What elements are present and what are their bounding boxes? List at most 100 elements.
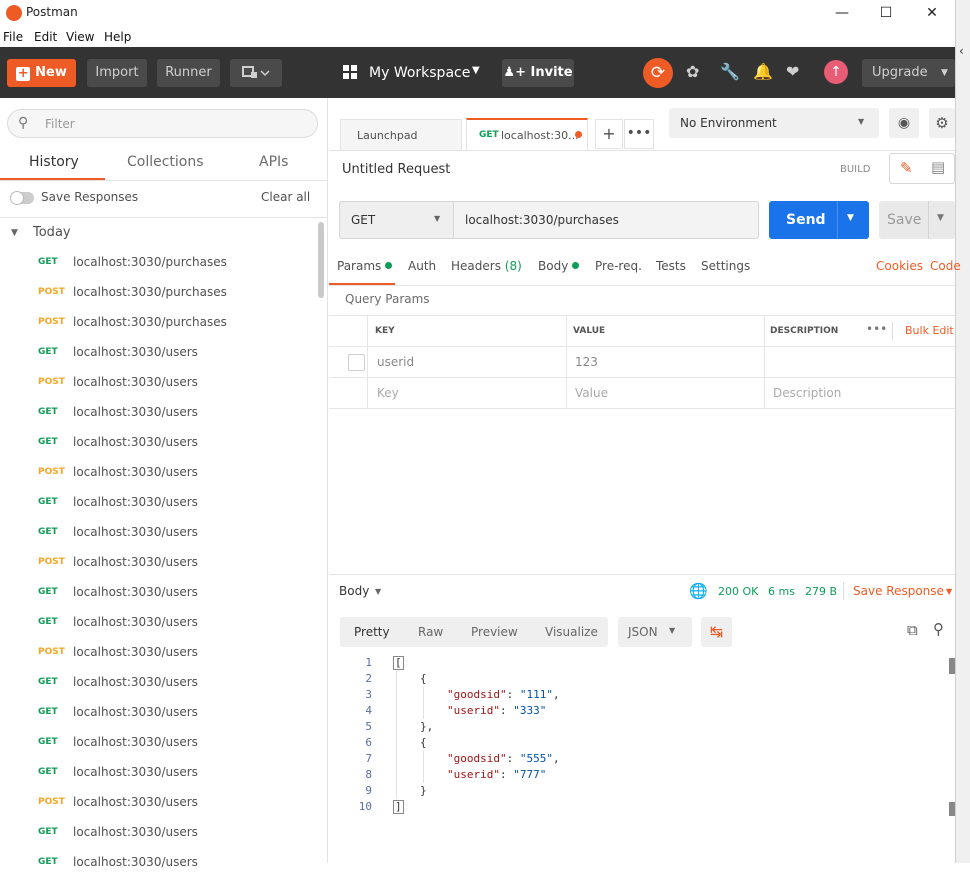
view-preview[interactable]: Preview <box>471 625 518 639</box>
method-select[interactable]: GET ▼ <box>339 201 454 239</box>
url-input[interactable]: localhost:3030/purchases <box>454 201 759 239</box>
history-item[interactable]: GET localhost:3030/users <box>0 818 318 848</box>
bulk-edit-link[interactable]: Bulk Edit <box>905 324 954 337</box>
copy-icon[interactable]: ⧉ <box>907 621 918 639</box>
history-item[interactable]: GET localhost:3030/users <box>0 338 318 368</box>
clear-all-button[interactable]: Clear all <box>261 190 310 204</box>
send-button[interactable]: Send ▼ <box>769 201 869 239</box>
chevron-down-icon[interactable]: ▼ <box>847 213 854 223</box>
tab-settings[interactable]: Settings <box>701 259 750 273</box>
wrench-icon[interactable]: 🔧 <box>720 62 740 81</box>
history-item[interactable]: GET localhost:3030/users <box>0 698 318 728</box>
minimize-button[interactable]: — <box>822 2 862 24</box>
runner-button[interactable]: Runner <box>157 59 220 87</box>
code-scrollbar-thumb[interactable] <box>949 658 955 674</box>
avatar[interactable]: ↑ <box>824 60 848 84</box>
satellite-icon[interactable]: ✿ <box>686 62 699 81</box>
new-param-value-field[interactable]: Value <box>575 386 608 400</box>
history-item[interactable]: GET localhost:3030/users <box>0 608 318 638</box>
more-options-icon[interactable]: ••• <box>866 322 887 336</box>
history-item[interactable]: GET localhost:3030/users <box>0 848 318 878</box>
menu-edit[interactable]: Edit <box>34 30 57 44</box>
history-item[interactable]: POST localhost:3030/users <box>0 788 318 818</box>
code-scrollbar-thumb[interactable] <box>949 802 955 816</box>
tab-launchpad[interactable]: Launchpad <box>340 119 462 150</box>
search-icon[interactable]: ⚲ <box>933 620 944 638</box>
history-item[interactable]: POST localhost:3030/purchases <box>0 278 318 308</box>
tab-headers[interactable]: Headers (8) <box>451 259 522 273</box>
eye-icon[interactable]: ◉ <box>889 108 919 138</box>
history-item[interactable]: POST localhost:3030/users <box>0 368 318 398</box>
tab-apis[interactable]: APIs <box>259 154 288 170</box>
view-raw[interactable]: Raw <box>418 625 443 639</box>
response-body-dropdown[interactable]: Body <box>339 584 369 598</box>
tab-collections[interactable]: Collections <box>127 154 204 170</box>
history-item[interactable]: GET localhost:3030/users <box>0 758 318 788</box>
menu-view[interactable]: View <box>66 30 94 44</box>
history-item[interactable]: POST localhost:3030/users <box>0 638 318 668</box>
param-checkbox[interactable] <box>348 354 365 371</box>
chevron-down-icon[interactable]: ▼ <box>937 213 944 223</box>
menu-help[interactable]: Help <box>104 30 131 44</box>
sidebar-scrollbar[interactable] <box>318 222 324 298</box>
new-window-button[interactable] <box>230 59 282 87</box>
history-item[interactable]: GET localhost:3030/purchases <box>0 248 318 278</box>
new-button[interactable]: + New <box>7 59 76 87</box>
history-item[interactable]: GET localhost:3030/users <box>0 488 318 518</box>
gear-icon[interactable]: ⚙ <box>929 108 955 138</box>
history-item[interactable]: POST localhost:3030/users <box>0 548 318 578</box>
more-tabs-icon[interactable]: ••• <box>624 119 654 149</box>
tab-history[interactable]: History <box>29 154 79 170</box>
maximize-button[interactable]: ☐ <box>866 2 906 24</box>
history-item[interactable]: POST localhost:3030/users <box>0 458 318 488</box>
tab-prerequest[interactable]: Pre-req. <box>595 259 642 273</box>
close-button[interactable]: ✕ <box>912 2 952 24</box>
sync-icon[interactable]: ⟳ <box>643 58 673 88</box>
filter-input[interactable]: ⚲ Filter <box>7 109 318 138</box>
tab-tests[interactable]: Tests <box>656 259 686 273</box>
wrap-lines-icon[interactable]: ↹ <box>701 617 732 647</box>
save-responses-toggle[interactable] <box>10 191 34 205</box>
history-item[interactable]: GET localhost:3030/users <box>0 428 318 458</box>
code-link[interactable]: Code <box>930 259 961 273</box>
globe-icon[interactable]: 🌐 <box>689 582 708 600</box>
tab-auth[interactable]: Auth <box>408 259 436 273</box>
add-tab-button[interactable]: + <box>595 119 623 149</box>
workspace-selector[interactable]: My Workspace <box>369 65 470 81</box>
history-item[interactable]: GET localhost:3030/users <box>0 518 318 548</box>
new-param-key-field[interactable]: Key <box>377 386 399 400</box>
history-item[interactable]: GET localhost:3030/users <box>0 578 318 608</box>
response-time[interactable]: 6 ms <box>768 585 795 598</box>
invite-button[interactable]: ♟+ Invite <box>502 59 574 87</box>
cookies-link[interactable]: Cookies <box>876 259 923 273</box>
tab-active-request[interactable]: GET localhost:30... <box>466 118 588 151</box>
comment-icon[interactable]: ▤ <box>931 158 945 176</box>
tab-params[interactable]: Params <box>337 259 393 273</box>
view-visualize[interactable]: Visualize <box>545 625 598 639</box>
request-name[interactable]: Untitled Request <box>342 162 450 177</box>
new-param-description-field[interactable]: Description <box>773 386 841 400</box>
format-select[interactable]: JSON ▼ <box>618 617 692 647</box>
pencil-icon[interactable]: ✎ <box>900 159 913 177</box>
upgrade-button[interactable]: Upgrade ▼ <box>862 59 955 87</box>
history-item[interactable]: GET localhost:3030/users <box>0 668 318 698</box>
save-response-button[interactable]: Save Response <box>853 584 944 598</box>
tab-body[interactable]: Body <box>538 259 580 273</box>
param-key[interactable]: userid <box>377 355 414 369</box>
status-code[interactable]: 200 OK <box>718 585 758 598</box>
chevron-down-icon[interactable]: ▼ <box>946 587 952 596</box>
view-pretty[interactable]: Pretty <box>354 625 390 639</box>
collapse-triangle-icon[interactable]: ▼ <box>11 228 18 238</box>
environment-selector[interactable]: No Environment ▼ <box>669 108 879 138</box>
response-size[interactable]: 279 B <box>805 585 837 598</box>
history-item[interactable]: GET localhost:3030/users <box>0 398 318 428</box>
heart-icon[interactable]: ❤ <box>786 62 799 81</box>
bell-icon[interactable]: 🔔 <box>753 62 773 81</box>
history-item[interactable]: POST localhost:3030/purchases <box>0 308 318 338</box>
import-button[interactable]: Import <box>87 59 147 87</box>
param-value[interactable]: 123 <box>575 355 598 369</box>
menu-file[interactable]: File <box>3 30 23 44</box>
history-item[interactable]: GET localhost:3030/users <box>0 728 318 758</box>
save-button[interactable]: Save ▼ <box>879 201 955 239</box>
response-body-viewer[interactable]: 1 [2 {3 "goodsid": "111", 4 "userid": "333" 5}… <box>329 655 955 863</box>
